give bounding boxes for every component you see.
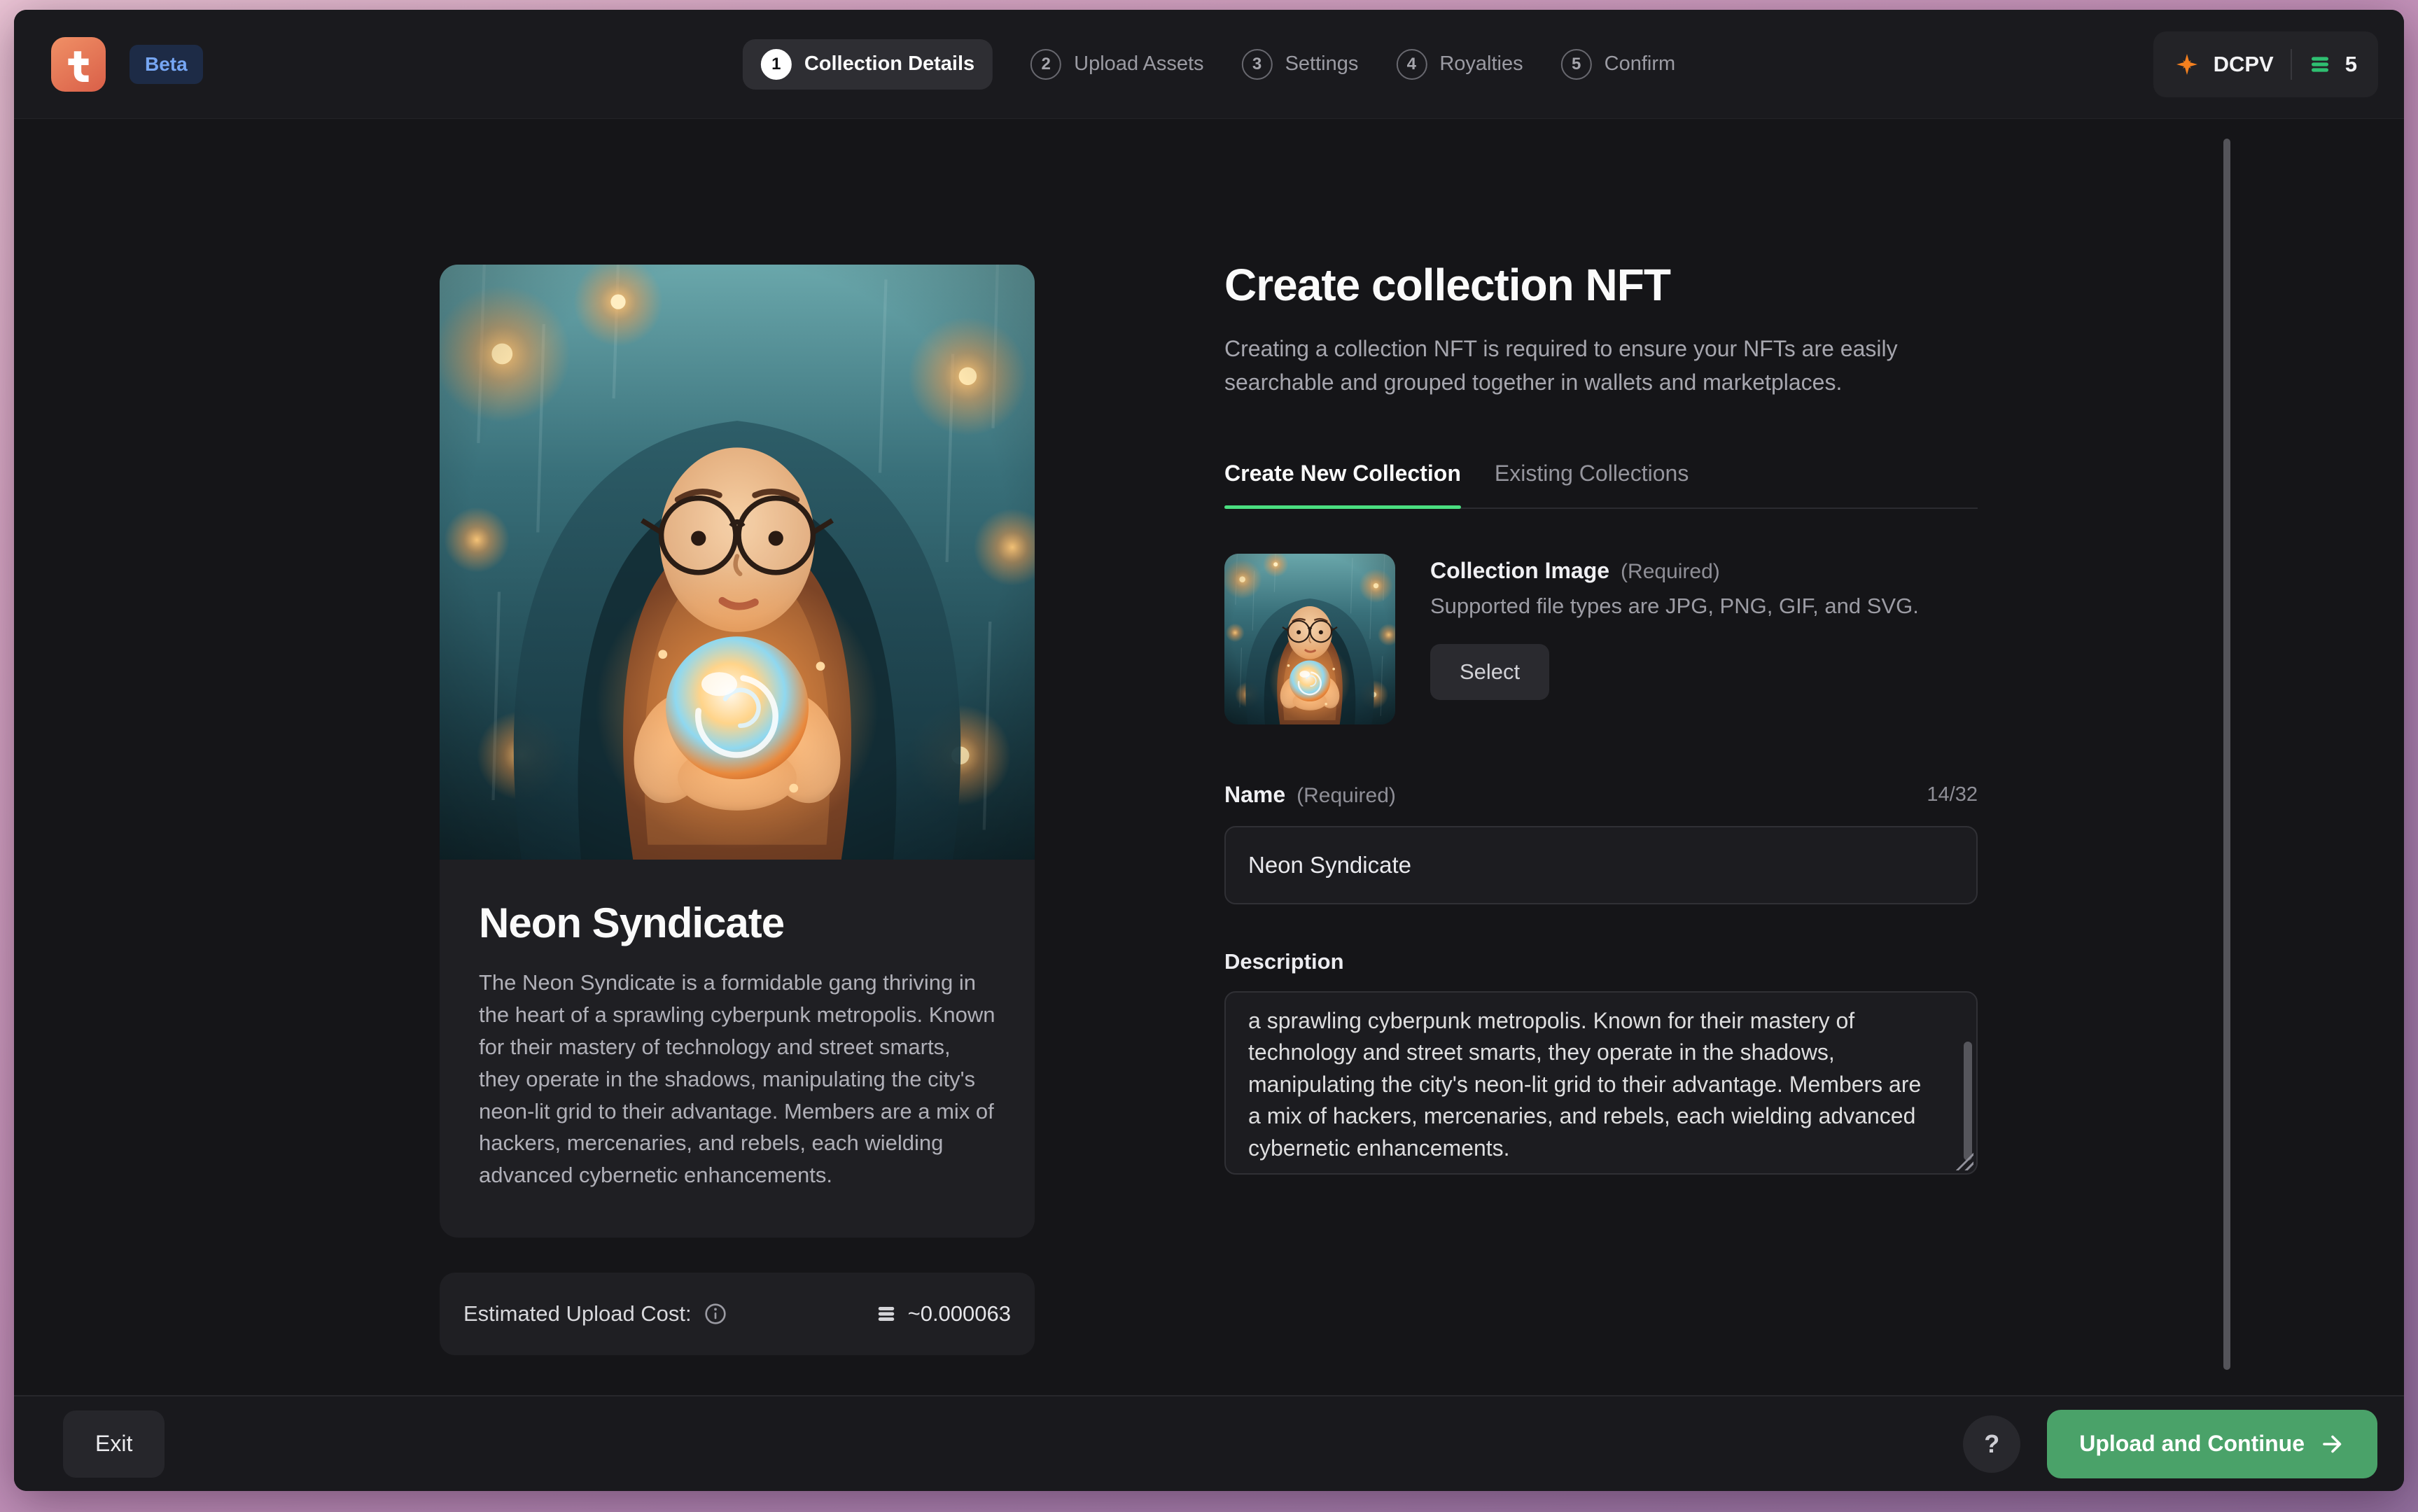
cost-value-group: ~0.000063	[876, 1301, 1011, 1326]
exit-button[interactable]: Exit	[63, 1410, 165, 1478]
step-label: Royalties	[1439, 52, 1523, 76]
form-column: Create collection NFT Creating a collect…	[1224, 259, 1978, 1175]
help-button[interactable]: ?	[1963, 1415, 2020, 1473]
step-label: Confirm	[1605, 52, 1676, 76]
step-settings[interactable]: 3 Settings	[1242, 49, 1359, 80]
step-number: 4	[1396, 49, 1427, 80]
collection-image-label-row: Collection Image (Required)	[1430, 558, 1919, 584]
page-title: Create collection NFT	[1224, 259, 1978, 311]
layers-icon	[2309, 53, 2331, 76]
step-confirm[interactable]: 5 Confirm	[1561, 49, 1676, 80]
description-input[interactable]: a sprawling cyberpunk metropolis. Known …	[1226, 993, 1976, 1173]
required-hint: (Required)	[1297, 784, 1396, 808]
collection-image-label: Collection Image	[1430, 558, 1609, 584]
cost-label-group: Estimated Upload Cost:	[463, 1301, 727, 1326]
divider	[2291, 49, 2292, 80]
file-types-help: Supported file types are JPG, PNG, GIF, …	[1430, 594, 1919, 619]
logo-icon	[61, 47, 96, 82]
cost-label: Estimated Upload Cost:	[463, 1301, 692, 1326]
name-label: Name	[1224, 782, 1285, 808]
step-number: 2	[1030, 49, 1061, 80]
info-icon[interactable]	[704, 1303, 727, 1325]
step-number: 5	[1561, 49, 1592, 80]
textarea-scrollbar[interactable]	[1964, 1042, 1972, 1161]
beta-badge: Beta	[130, 45, 203, 84]
preview-title: Neon Syndicate	[479, 899, 995, 947]
main-content: Neon Syndicate The Neon Syndicate is a f…	[14, 119, 2404, 1395]
required-hint: (Required)	[1621, 560, 1720, 584]
name-input[interactable]	[1224, 826, 1978, 904]
arrow-right-icon	[2320, 1432, 2345, 1457]
collection-image-thumbnail	[1224, 554, 1395, 724]
name-field-header: Name (Required) 14/32	[1224, 782, 1978, 808]
step-number: 1	[761, 49, 792, 80]
preview-column: Neon Syndicate The Neon Syndicate is a f…	[440, 265, 1035, 1355]
preview-description: The Neon Syndicate is a formidable gang …	[479, 967, 995, 1191]
stepper: 1 Collection Details 2 Upload Assets 3 S…	[743, 39, 1675, 90]
step-number: 3	[1242, 49, 1273, 80]
wallet-balance: 5	[2345, 52, 2357, 77]
cost-value: ~0.000063	[908, 1301, 1011, 1326]
top-bar: Beta 1 Collection Details 2 Upload Asset…	[14, 10, 2404, 119]
wallet-name: DCPV	[2214, 52, 2274, 77]
select-image-button[interactable]: Select	[1430, 644, 1549, 700]
collection-preview-card: Neon Syndicate The Neon Syndicate is a f…	[440, 265, 1035, 1238]
tab-create-new-collection[interactable]: Create New Collection	[1224, 461, 1461, 507]
name-char-counter: 14/32	[1927, 783, 1978, 806]
collection-tabs: Create New Collection Existing Collectio…	[1224, 461, 1978, 509]
step-label: Settings	[1285, 52, 1359, 76]
preview-body: Neon Syndicate The Neon Syndicate is a f…	[440, 860, 1035, 1238]
page-subtitle: Creating a collection NFT is required to…	[1224, 332, 1978, 399]
content-scrollbar[interactable]	[2223, 139, 2230, 1370]
bottom-bar-right: ? Upload and Continue	[1963, 1410, 2377, 1478]
wallet-pill[interactable]: DCPV 5	[2153, 31, 2378, 97]
step-collection-details[interactable]: 1 Collection Details	[743, 39, 993, 90]
upload-continue-button[interactable]: Upload and Continue	[2047, 1410, 2377, 1478]
description-field: a sprawling cyberpunk metropolis. Known …	[1224, 991, 1978, 1175]
collection-image-info: Collection Image (Required) Supported fi…	[1430, 554, 1919, 724]
collection-image-section: Collection Image (Required) Supported fi…	[1224, 554, 1978, 724]
step-label: Upload Assets	[1074, 52, 1203, 76]
name-label-group: Name (Required)	[1224, 782, 1396, 808]
tab-existing-collections[interactable]: Existing Collections	[1495, 461, 1689, 507]
thumbnail-image	[1224, 554, 1395, 724]
app-logo[interactable]	[51, 37, 106, 92]
app-window: Beta 1 Collection Details 2 Upload Asset…	[14, 10, 2404, 1491]
step-upload-assets[interactable]: 2 Upload Assets	[1030, 49, 1203, 80]
artwork-image	[440, 265, 1035, 860]
collection-artwork	[440, 265, 1035, 860]
step-label: Collection Details	[804, 52, 974, 76]
upload-continue-label: Upload and Continue	[2079, 1431, 2305, 1457]
upload-cost-card: Estimated Upload Cost: ~0.000063	[440, 1273, 1035, 1355]
bottom-bar: Exit ? Upload and Continue	[14, 1395, 2404, 1491]
token-icon	[876, 1303, 897, 1324]
description-label: Description	[1224, 949, 1978, 974]
sparkle-icon	[2174, 52, 2200, 77]
step-royalties[interactable]: 4 Royalties	[1396, 49, 1523, 80]
top-bar-left: Beta	[51, 37, 203, 92]
